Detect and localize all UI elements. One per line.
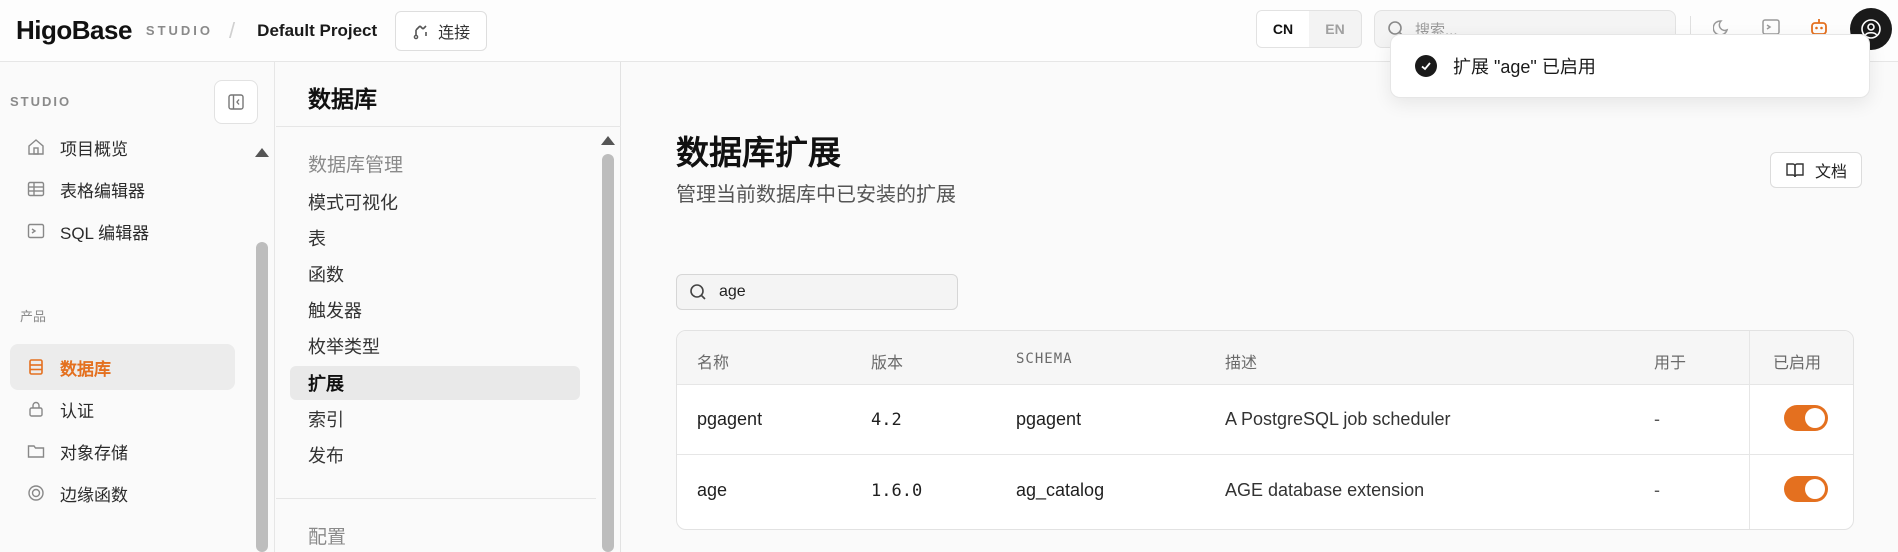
extension-schema: pgagent bbox=[1016, 409, 1082, 429]
sidebar-item-table-editor[interactable]: 表格编辑器 bbox=[10, 166, 235, 212]
column-header-name: 名称 bbox=[697, 355, 730, 372]
lock-icon bbox=[29, 401, 43, 417]
function-icon bbox=[28, 485, 44, 501]
column-header-schema: SCHEMA bbox=[1016, 351, 1073, 367]
search-icon bbox=[690, 284, 706, 300]
book-icon bbox=[1786, 163, 1804, 178]
logo[interactable]: HigoBase bbox=[16, 15, 132, 46]
menu-item-indexes[interactable]: 索引 bbox=[290, 402, 580, 436]
breadcrumb-separator: / bbox=[229, 17, 236, 43]
column-header-enabled: 已启用 bbox=[1773, 355, 1822, 372]
studio-tag: STUDIO bbox=[145, 23, 214, 38]
extension-name: pgagent bbox=[697, 409, 763, 429]
database-menu: 数据库 数据库管理 模式可视化 表 函数 触发器 枚举类型 扩展 索引 发布 配… bbox=[276, 62, 621, 552]
sidebar-item-auth[interactable]: 认证 bbox=[10, 386, 235, 432]
page-subtitle: 管理当前数据库中已安装的扩展 bbox=[676, 184, 956, 206]
sidebar-item-label: 对象存储 bbox=[60, 443, 128, 463]
extensions-table: 名称 版本 SCHEMA 描述 用于 已启用 pgagent 4.2 pgage… bbox=[676, 330, 1854, 530]
sidebar-item-edge-functions[interactable]: 边缘函数 bbox=[10, 470, 235, 516]
sidebar-item-label: SQL 编辑器 bbox=[60, 223, 150, 243]
extension-description: AGE database extension bbox=[1225, 480, 1425, 500]
menu-group-label: 数据库管理 bbox=[308, 155, 404, 176]
menu-item-extensions[interactable]: 扩展 bbox=[290, 366, 580, 400]
sidebar-item-overview[interactable]: 项目概览 bbox=[10, 124, 235, 170]
project-name[interactable]: Default Project bbox=[257, 21, 377, 41]
search-value: age bbox=[719, 283, 746, 300]
table-row: pgagent 4.2 pgagent A PostgreSQL job sch… bbox=[677, 385, 1853, 455]
toast-notification: 扩展 "age" 已启用 bbox=[1390, 34, 1870, 98]
sidebar-item-label: 认证 bbox=[60, 401, 94, 421]
docs-button[interactable]: 文档 bbox=[1770, 152, 1862, 188]
menu-item-tables[interactable]: 表 bbox=[290, 221, 580, 255]
sidebar-item-database[interactable]: 数据库 bbox=[10, 344, 235, 390]
collapse-sidebar-button[interactable] bbox=[214, 80, 258, 124]
menu-item-triggers[interactable]: 触发器 bbox=[290, 293, 580, 327]
scroll-up-arrow-icon[interactable] bbox=[600, 134, 616, 146]
logo-text: HigoBase bbox=[16, 15, 132, 45]
menu-item-enum-types[interactable]: 枚举类型 bbox=[290, 329, 580, 363]
menu-item-functions[interactable]: 函数 bbox=[290, 257, 580, 291]
menu-scrollbar[interactable] bbox=[602, 154, 614, 552]
sidebar-heading: STUDIO bbox=[10, 94, 72, 109]
database-icon bbox=[29, 359, 43, 375]
main-content: 数据库扩展 管理当前数据库中已安装的扩展 文档 age 名称 版本 SCHEMA… bbox=[622, 62, 1898, 552]
check-circle-icon bbox=[1415, 55, 1437, 77]
table-row: age 1.6.0 ag_catalog AGE database extens… bbox=[677, 456, 1853, 526]
extension-description: A PostgreSQL job scheduler bbox=[1225, 409, 1451, 429]
extension-schema: ag_catalog bbox=[1016, 480, 1105, 500]
column-header-description: 描述 bbox=[1225, 355, 1258, 372]
table-header: 名称 版本 SCHEMA 描述 用于 已启用 bbox=[677, 331, 1853, 385]
plug-icon bbox=[413, 24, 427, 39]
extension-used-by: - bbox=[1654, 409, 1660, 429]
sidebar-section-product: 产品 bbox=[20, 309, 47, 324]
column-divider bbox=[1749, 331, 1750, 529]
docs-label: 文档 bbox=[1814, 164, 1847, 181]
menu-item-publications[interactable]: 发布 bbox=[290, 438, 580, 472]
sidebar-item-sql-editor[interactable]: SQL 编辑器 bbox=[10, 208, 235, 254]
connect-label: 连接 bbox=[438, 24, 471, 42]
connect-button[interactable]: 连接 bbox=[395, 10, 488, 51]
sidebar-scrollbar[interactable] bbox=[256, 242, 268, 552]
sidebar-collapse-icon bbox=[228, 94, 244, 110]
extension-name: age bbox=[697, 480, 728, 500]
extension-used-by: - bbox=[1654, 480, 1660, 500]
scroll-up-arrow-icon[interactable] bbox=[254, 146, 270, 158]
enable-toggle[interactable] bbox=[1784, 405, 1828, 431]
folder-icon bbox=[27, 445, 45, 458]
toast-message: 扩展 "age" 已启用 bbox=[1453, 57, 1596, 77]
sidebar-item-label: 表格编辑器 bbox=[60, 181, 145, 201]
lang-en-option[interactable]: EN bbox=[1309, 11, 1361, 47]
extension-version: 4.2 bbox=[871, 410, 902, 430]
page-title: 数据库扩展 bbox=[676, 134, 841, 171]
extension-version: 1.6.0 bbox=[871, 481, 923, 501]
lang-cn-option[interactable]: CN bbox=[1257, 11, 1309, 47]
sidebar: STUDIO 项目概览 表格编辑器 SQL 编辑器 产品 数据库 认证 对象存储… bbox=[0, 62, 275, 552]
home-icon bbox=[28, 139, 44, 155]
enable-toggle[interactable] bbox=[1784, 476, 1828, 502]
divider bbox=[276, 126, 621, 127]
column-header-version: 版本 bbox=[871, 355, 904, 372]
language-toggle[interactable]: CN EN bbox=[1256, 10, 1362, 48]
sidebar-item-storage[interactable]: 对象存储 bbox=[10, 428, 235, 474]
extension-search-input[interactable]: age bbox=[676, 274, 958, 310]
sidebar-item-label: 数据库 bbox=[60, 359, 111, 379]
terminal-icon bbox=[27, 223, 45, 239]
sidebar-item-label: 边缘函数 bbox=[60, 485, 128, 505]
table-icon bbox=[27, 181, 45, 197]
database-menu-title: 数据库 bbox=[308, 86, 377, 112]
sidebar-item-label: 项目概览 bbox=[60, 139, 128, 159]
divider bbox=[276, 498, 596, 499]
menu-item-schema-visualizer[interactable]: 模式可视化 bbox=[290, 185, 580, 219]
menu-group-config: 配置 bbox=[308, 527, 347, 548]
column-header-used-by: 用于 bbox=[1654, 355, 1687, 372]
